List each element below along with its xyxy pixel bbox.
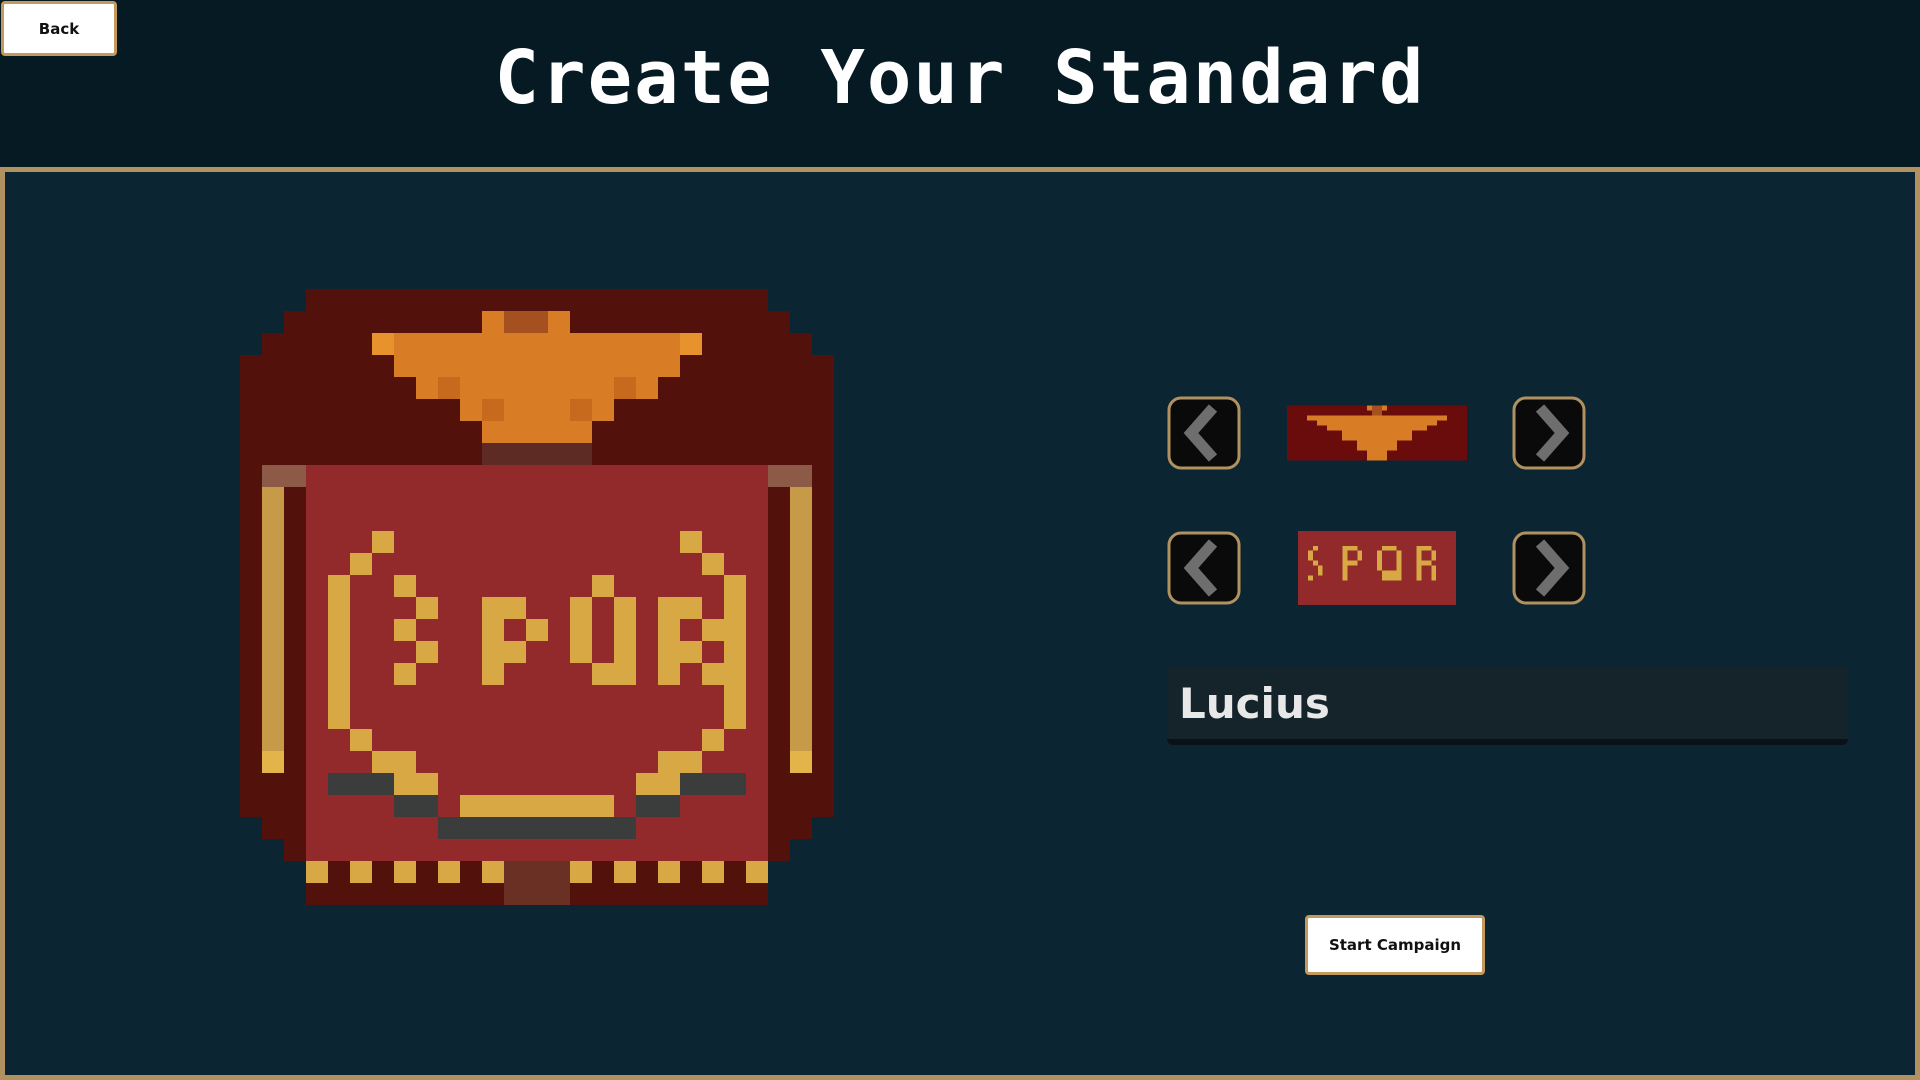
crest-prev-button[interactable] — [1167, 396, 1241, 470]
emblem-preview — [1298, 531, 1456, 605]
back-button[interactable]: Back — [1, 1, 117, 56]
legion-name-input[interactable] — [1167, 667, 1848, 745]
left-tassel — [262, 487, 284, 773]
right-tassel — [790, 487, 812, 773]
pole-bottom — [504, 861, 570, 905]
standard-preview — [240, 289, 834, 905]
emblem-next-button[interactable] — [1512, 531, 1586, 605]
emblem-prev-button[interactable] — [1167, 531, 1241, 605]
header-bar: Create Your Standard — [0, 0, 1920, 167]
page-title: Create Your Standard — [494, 35, 1426, 121]
crest-preview — [1287, 405, 1467, 461]
start-campaign-button[interactable]: Start Campaign — [1305, 915, 1485, 975]
pole-top — [482, 443, 592, 465]
crest-next-button[interactable] — [1512, 396, 1586, 470]
